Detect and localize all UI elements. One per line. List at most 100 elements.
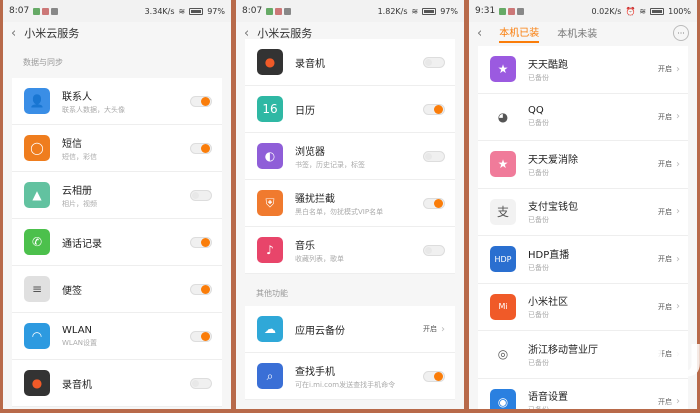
backup-status: 开启: [658, 65, 672, 74]
cloud-backup-icon: ☁: [257, 316, 283, 342]
sync-toggle[interactable]: [423, 197, 445, 209]
item-text: 通话记录: [62, 235, 190, 250]
list-item[interactable]: 支支付宝钱包 已备份 开启 ›: [478, 188, 688, 236]
item-title: WLAN: [62, 324, 93, 336]
chevron-right-icon: ›: [676, 111, 680, 123]
list-item[interactable]: ● 录音机: [245, 39, 455, 86]
sync-list: 👤 联系人 联系人数据，大头像 ◯ 短信 短信，彩信 ▲ 云相册 相片，视频 ✆ 通话记录 ≡ 便签 ◠ W…: [3, 78, 231, 407]
backup-status: 开启: [423, 325, 437, 333]
item-title: 录音机: [62, 379, 92, 391]
list-item[interactable]: Mi 小米社区 已备份 开启 ›: [478, 283, 688, 331]
list-item[interactable]: 👤 联系人 联系人数据，大头像: [12, 78, 222, 125]
item-text: 云相册 相片，视频: [62, 182, 190, 209]
item-title: 支付宝钱包: [528, 202, 578, 214]
status-time: 8:07: [9, 6, 30, 16]
network-speed: 3.34K/s: [144, 6, 175, 16]
game-icon: ★: [490, 56, 516, 83]
list-item[interactable]: ⛨ 骚扰拦截 黑白名单，勿扰模式VIP名单: [245, 180, 455, 227]
item-title: 录音机: [295, 58, 325, 70]
tab-installed[interactable]: 本机已装: [499, 24, 540, 43]
miui-watermark-url: miui.com: [648, 400, 676, 407]
item-subtitle: 收藏列表，歌单: [295, 254, 344, 263]
status-time: 8:07: [242, 6, 263, 16]
item-subtitle: 已备份: [528, 73, 549, 82]
chevron-right-icon: ›: [676, 301, 680, 313]
list-item[interactable]: ★ 天天爱消除 已备份 开启 ›: [478, 141, 688, 189]
notification-icon: [42, 7, 50, 15]
list-item[interactable]: ★ 天天酷跑 已备份 开启 ›: [478, 46, 688, 94]
notification-icon: [508, 7, 516, 15]
notification-icons: [266, 7, 292, 15]
item-text: 语音设置已备份: [528, 388, 658, 409]
sync-toggle[interactable]: [190, 330, 212, 342]
item-title: 浏览器: [295, 146, 325, 158]
section-header: 其他功能: [256, 289, 288, 298]
sync-toggle[interactable]: [423, 103, 445, 115]
tab-not-installed[interactable]: 本机未装: [557, 25, 597, 42]
phone-panel-sync-settings-scrolled: 8:07 1.82K/s ≋ 97% ‹ 小米云服务 ● 录音机 16 日历 ◐ 浏览器书…: [236, 0, 464, 409]
list-item[interactable]: ♪ 音乐 收藏列表，歌单: [245, 227, 455, 274]
list-item[interactable]: 16 日历: [245, 86, 455, 133]
list-item[interactable]: ● 录音机: [12, 360, 222, 407]
list-item[interactable]: ◕ QQ 已备份 开启 ›: [478, 93, 688, 141]
sync-toggle[interactable]: [423, 150, 445, 162]
sync-toggle[interactable]: [190, 189, 212, 201]
item-text: QQ 已备份: [528, 105, 658, 128]
item-title: 便签: [62, 285, 82, 297]
item-subtitle: WLAN设置: [62, 338, 98, 347]
more-options-icon[interactable]: ···: [673, 25, 689, 41]
battery-icon: [189, 7, 204, 15]
list-item[interactable]: ≡ 便签: [12, 266, 222, 313]
back-arrow-icon[interactable]: ‹: [11, 26, 16, 41]
item-subtitle: 可在i.mi.com发送查找手机命令: [295, 380, 396, 389]
item-title: 天天酷跑: [528, 59, 568, 71]
voice-icon: ◉: [490, 388, 516, 409]
mi-icon: Mi: [490, 293, 516, 320]
list-item[interactable]: ◐ 浏览器 书签，历史记录，标签: [245, 133, 455, 180]
notification-icon: [517, 7, 525, 15]
sync-toggle[interactable]: [190, 142, 212, 154]
contacts-icon: 👤: [24, 88, 50, 114]
back-arrow-icon[interactable]: ‹: [477, 26, 482, 41]
sync-toggle[interactable]: [423, 244, 445, 256]
wifi-signal-icon: ≋: [178, 6, 186, 16]
item-title: QQ: [528, 105, 544, 117]
item-title: 云相册: [62, 185, 92, 197]
sync-toggle[interactable]: [190, 95, 212, 107]
item-text: WLAN WLAN设置: [62, 325, 190, 348]
sync-toggle[interactable]: [423, 370, 445, 382]
item-subtitle: 已备份: [528, 405, 658, 409]
network-speed: 1.82K/s: [377, 6, 408, 16]
page-title: 小米云服务: [257, 27, 313, 40]
sync-toggle[interactable]: [190, 236, 212, 248]
phone-icon: ✆: [24, 229, 50, 255]
item-text: 录音机: [295, 55, 423, 70]
item-subtitle: 短信，彩信: [62, 152, 97, 161]
backup-status: 开启: [658, 112, 672, 121]
item-title: 查找手机: [295, 366, 335, 378]
item-title: 短信: [62, 138, 82, 150]
other-features-list: ☁ 应用云备份 开启 › ⌕ 查找手机 可在i.mi.com发送查找手机命令: [236, 306, 464, 400]
backup-status: 开启: [658, 207, 672, 216]
item-title: 音乐: [295, 240, 315, 252]
list-item[interactable]: ⌕ 查找手机 可在i.mi.com发送查找手机命令: [245, 353, 455, 400]
sync-toggle[interactable]: [423, 56, 445, 68]
item-text: HDP直播 已备份: [528, 246, 658, 273]
chevron-right-icon: ›: [676, 158, 680, 170]
notification-icon: [284, 7, 292, 15]
sync-toggle[interactable]: [190, 283, 212, 295]
back-arrow-icon[interactable]: ‹: [244, 26, 249, 41]
list-item[interactable]: ✆ 通话记录: [12, 219, 222, 266]
list-item[interactable]: ◯ 短信 短信，彩信: [12, 125, 222, 172]
item-title: 联系人: [62, 91, 92, 103]
gallery-icon: ▲: [24, 182, 50, 208]
list-item[interactable]: HDP HDP直播 已备份 开启 ›: [478, 236, 688, 284]
title-bar: ‹ 小米云服务: [3, 22, 231, 44]
item-text: 音乐收藏列表，歌单: [295, 237, 423, 264]
list-item[interactable]: ▲ 云相册 相片，视频: [12, 172, 222, 219]
sync-toggle[interactable]: [190, 377, 212, 389]
notes-icon: ≡: [24, 276, 50, 302]
list-item[interactable]: ◠ WLAN WLAN设置: [12, 313, 222, 360]
item-subtitle: 已备份: [528, 216, 549, 225]
list-item[interactable]: ☁ 应用云备份 开启 ›: [245, 306, 455, 353]
